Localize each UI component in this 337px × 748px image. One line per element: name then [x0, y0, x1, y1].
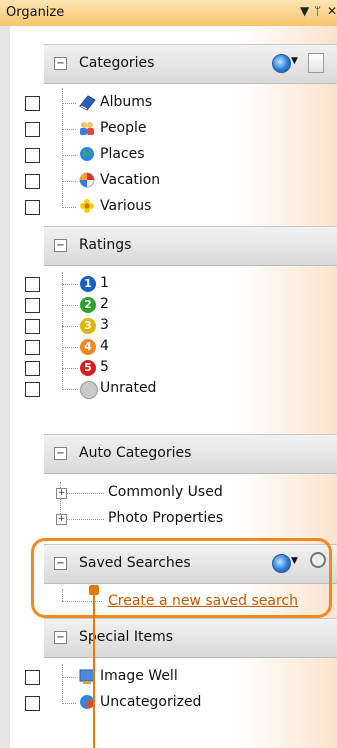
- category-label: Places: [100, 146, 145, 162]
- special-item-label: Uncategorized: [100, 694, 202, 710]
- collapse-icon[interactable]: −: [54, 447, 67, 460]
- rating-checkbox[interactable]: [25, 361, 40, 376]
- category-checkbox[interactable]: [25, 96, 40, 111]
- globe-icon: [80, 147, 94, 161]
- rating-checkbox[interactable]: [25, 340, 40, 355]
- callout-line: [93, 590, 95, 748]
- category-row-people[interactable]: People: [0, 116, 337, 142]
- special-item-label: Image Well: [100, 668, 178, 684]
- category-label: Vacation: [100, 172, 161, 188]
- category-row-vacation[interactable]: Vacation: [0, 168, 337, 194]
- rating-row-unrated[interactable]: Unrated: [0, 376, 337, 402]
- category-row-various[interactable]: Various: [0, 194, 337, 220]
- unrated-icon: [80, 381, 98, 399]
- category-row-places[interactable]: Places: [0, 142, 337, 168]
- pin-icon[interactable]: ᛘ: [314, 4, 321, 18]
- category-label: Various: [100, 198, 152, 214]
- panel-title: Organize: [6, 5, 65, 20]
- category-checkbox[interactable]: [25, 148, 40, 163]
- auto-category-photo-properties[interactable]: + Photo Properties: [0, 506, 337, 532]
- category-row-albums[interactable]: Albums: [0, 90, 337, 116]
- ratings-label: Ratings: [79, 237, 132, 253]
- auto-categories-label: Auto Categories: [79, 445, 192, 461]
- rating-label: 2: [100, 296, 109, 312]
- album-icon: [79, 95, 96, 111]
- saved-searches-highlight: [31, 538, 332, 618]
- close-icon[interactable]: ✕: [327, 4, 337, 18]
- chevron-down-icon[interactable]: ▼: [291, 56, 298, 66]
- category-checkbox[interactable]: [25, 200, 40, 215]
- rating-label: 4: [100, 338, 109, 354]
- people-icon: [80, 122, 94, 135]
- auto-category-label: Photo Properties: [108, 510, 224, 526]
- ratings-header[interactable]: − Ratings: [44, 226, 337, 266]
- category-label: People: [100, 120, 147, 136]
- rating-badge-icon: 2: [80, 297, 96, 313]
- rating-badge-icon: 1: [80, 276, 96, 292]
- category-checkbox[interactable]: [25, 174, 40, 189]
- rating-checkbox[interactable]: [25, 382, 40, 397]
- auto-category-label: Commonly Used: [108, 484, 223, 500]
- special-items-header[interactable]: − Special Items: [44, 618, 337, 658]
- organize-titlebar: Organize ▼ ᛘ ✕: [0, 0, 337, 27]
- globe-icon[interactable]: [272, 54, 291, 73]
- category-label: Albums: [100, 94, 153, 110]
- auto-categories-header[interactable]: − Auto Categories: [44, 434, 337, 474]
- category-checkbox[interactable]: [25, 122, 40, 137]
- collapse-icon[interactable]: −: [54, 239, 67, 252]
- special-item-image-well[interactable]: Image Well: [0, 664, 337, 690]
- rating-label: 1: [100, 275, 109, 291]
- categories-header[interactable]: − Categories ▼: [44, 44, 337, 84]
- new-category-icon[interactable]: [308, 53, 324, 73]
- rating-label: 3: [100, 317, 109, 333]
- special-item-checkbox[interactable]: [25, 696, 40, 711]
- rating-badge-icon: 3: [80, 318, 96, 334]
- rating-checkbox[interactable]: [25, 319, 40, 334]
- rating-checkbox[interactable]: [25, 277, 40, 292]
- rating-label: Unrated: [100, 380, 157, 396]
- categories-label: Categories: [79, 55, 155, 71]
- special-item-uncategorized[interactable]: Uncategorized: [0, 690, 337, 716]
- rating-badge-icon: 4: [80, 339, 96, 355]
- rating-label: 5: [100, 359, 109, 375]
- auto-category-commonly-used[interactable]: + Commonly Used: [0, 480, 337, 506]
- flower-icon: [80, 199, 94, 213]
- rating-badge-icon: 5: [80, 360, 96, 376]
- collapse-icon[interactable]: −: [54, 631, 67, 644]
- panel-menu-button[interactable]: ▼: [300, 4, 309, 18]
- collapse-icon[interactable]: −: [54, 57, 67, 70]
- special-item-checkbox[interactable]: [25, 670, 40, 685]
- beach-ball-icon: [79, 172, 95, 188]
- rating-checkbox[interactable]: [25, 298, 40, 313]
